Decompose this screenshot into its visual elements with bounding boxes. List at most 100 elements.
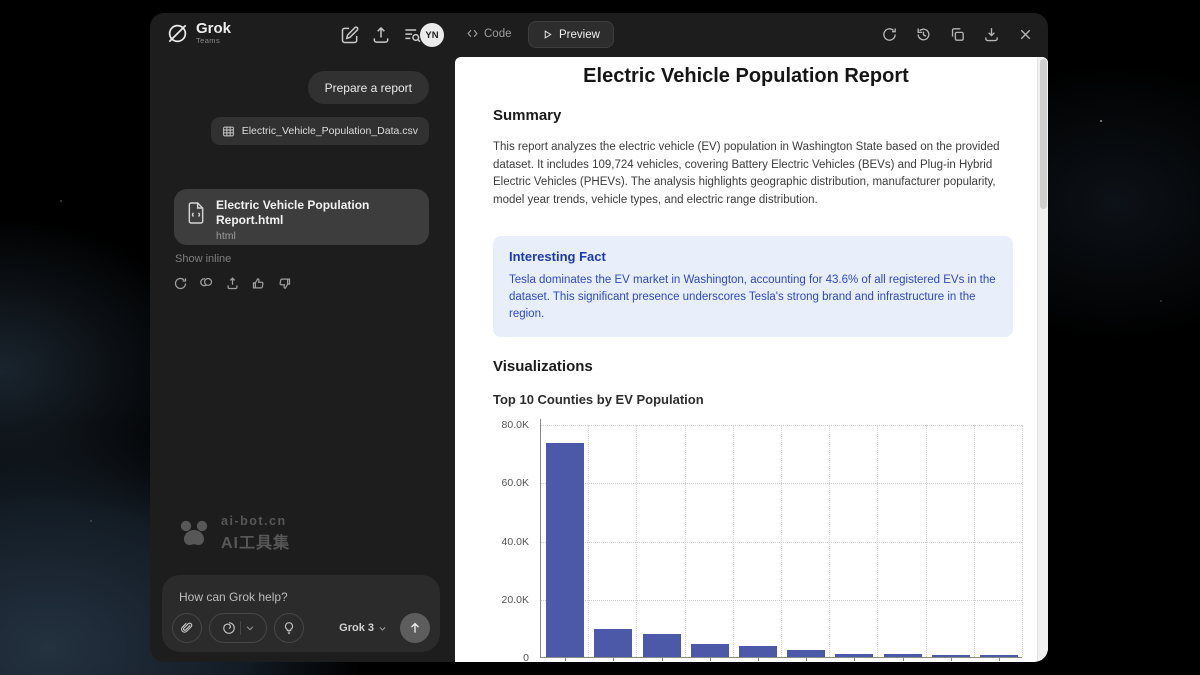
send-arrow-icon — [408, 621, 422, 635]
user-message-bubble: Prepare a report — [308, 71, 429, 104]
interesting-fact-box: Interesting Fact Tesla dominates the EV … — [493, 236, 1013, 337]
x-tick — [854, 657, 855, 661]
file-code-icon — [186, 201, 206, 225]
compose-icon — [340, 25, 360, 45]
gridline — [974, 425, 975, 657]
copy-icon — [199, 276, 214, 291]
bar — [691, 644, 729, 657]
chat-sidebar: Prepare a report Electric_Vehicle_Popula… — [150, 57, 455, 662]
compose-button[interactable] — [340, 25, 360, 45]
y-tick-label: 80.0K — [502, 419, 529, 431]
gridline — [685, 425, 686, 657]
message-actions — [173, 276, 292, 291]
gridline — [588, 425, 589, 657]
chevron-down-icon — [245, 623, 255, 633]
retry-button[interactable] — [173, 276, 188, 291]
summary-heading: Summary — [493, 107, 561, 124]
refresh-button[interactable] — [881, 26, 898, 43]
close-button[interactable] — [1017, 26, 1034, 43]
attachment-chip[interactable]: Electric_Vehicle_Population_Data.csv — [211, 117, 429, 145]
history-icon — [915, 26, 932, 43]
gridline — [781, 425, 782, 657]
x-tick — [806, 657, 807, 661]
download-icon — [983, 26, 1000, 43]
bar — [643, 634, 681, 657]
grok-logo-icon — [166, 22, 189, 45]
user-avatar[interactable]: YN — [420, 23, 444, 47]
copy-response-button[interactable] — [199, 276, 214, 291]
fact-text: Tesla dominates the EV market in Washing… — [509, 272, 997, 323]
tab-code[interactable]: Code — [466, 27, 512, 40]
file-card-subtitle: html — [216, 230, 417, 242]
bar — [594, 629, 632, 657]
y-tick-label: 40.0K — [502, 536, 529, 548]
send-button[interactable] — [400, 613, 430, 643]
history-button[interactable] — [915, 26, 932, 43]
show-inline-link[interactable]: Show inline — [175, 253, 231, 265]
viewer-actions — [881, 26, 1034, 43]
deepsearch-button[interactable] — [209, 613, 267, 643]
brand-sub: Teams — [196, 36, 231, 45]
gridline — [733, 425, 734, 657]
gridline — [1022, 425, 1023, 657]
close-icon — [1017, 26, 1034, 43]
download-button[interactable] — [983, 26, 1000, 43]
composer[interactable]: How can Grok help? — [162, 575, 440, 652]
attach-button[interactable] — [172, 613, 202, 643]
x-tick — [951, 657, 952, 661]
attachment-name: Electric_Vehicle_Population_Data.csv — [242, 125, 418, 137]
gridline — [877, 425, 878, 657]
chart-title: Top 10 Counties by EV Population — [493, 392, 704, 407]
tab-code-label: Code — [484, 28, 512, 40]
gridline — [636, 425, 637, 657]
chevron-down-icon — [378, 624, 387, 633]
watermark: ai-bot.cn AI工具集 — [176, 514, 290, 553]
share-button[interactable] — [225, 276, 240, 291]
composer-toolbar: Grok 3 — [172, 613, 430, 643]
x-tick — [758, 657, 759, 661]
star — [60, 200, 62, 202]
divider — [240, 621, 241, 635]
gridline — [926, 425, 927, 657]
retry-icon — [173, 276, 188, 291]
refresh-icon — [881, 26, 898, 43]
x-tick — [662, 657, 663, 661]
file-card-title: Electric Vehicle Population Report.html — [216, 198, 417, 228]
x-tick — [903, 657, 904, 661]
scrollbar-track[interactable] — [1037, 57, 1048, 662]
model-label: Grok 3 — [339, 622, 374, 634]
bar — [787, 650, 825, 657]
y-tick-label: 0 — [523, 652, 529, 662]
ev-counties-bar-chart: 80.0K60.0K40.0K20.0K0 — [493, 413, 1023, 662]
summary-paragraph: This report analyzes the electric vehicl… — [493, 139, 1016, 209]
thumbs-down-button[interactable] — [277, 276, 292, 291]
search-history-button[interactable] — [402, 25, 422, 45]
x-tick — [613, 657, 614, 661]
copy-button[interactable] — [949, 26, 966, 43]
code-icon — [466, 27, 479, 40]
fact-heading: Interesting Fact — [509, 249, 997, 264]
lightbulb-icon — [282, 621, 296, 635]
x-tick — [999, 657, 1000, 661]
paw-logo-icon — [176, 519, 212, 549]
composer-placeholder: How can Grok help? — [179, 590, 288, 604]
thumbs-up-icon — [251, 276, 266, 291]
model-select[interactable]: Grok 3 — [339, 622, 387, 634]
tab-preview[interactable]: Preview — [528, 21, 614, 48]
thumbs-up-button[interactable] — [251, 276, 266, 291]
brand-name: Grok — [196, 22, 231, 36]
think-button[interactable] — [274, 613, 304, 643]
generated-file-card[interactable]: Electric Vehicle Population Report.html … — [174, 189, 429, 245]
visualizations-heading: Visualizations — [493, 358, 593, 375]
star — [90, 520, 92, 522]
chart-y-axis-labels: 80.0K60.0K40.0K20.0K0 — [493, 413, 535, 662]
grok-brand: Grok Teams — [166, 22, 231, 45]
scrollbar-thumb[interactable] — [1040, 59, 1047, 209]
watermark-line1: ai-bot.cn — [221, 514, 290, 528]
x-tick — [710, 657, 711, 661]
upload-button[interactable] — [371, 25, 391, 45]
upload-icon — [371, 25, 391, 45]
thumbs-down-icon — [277, 276, 292, 291]
tab-preview-label: Preview — [559, 29, 600, 41]
preview-pane: Electric Vehicle Population Report Summa… — [455, 57, 1048, 662]
